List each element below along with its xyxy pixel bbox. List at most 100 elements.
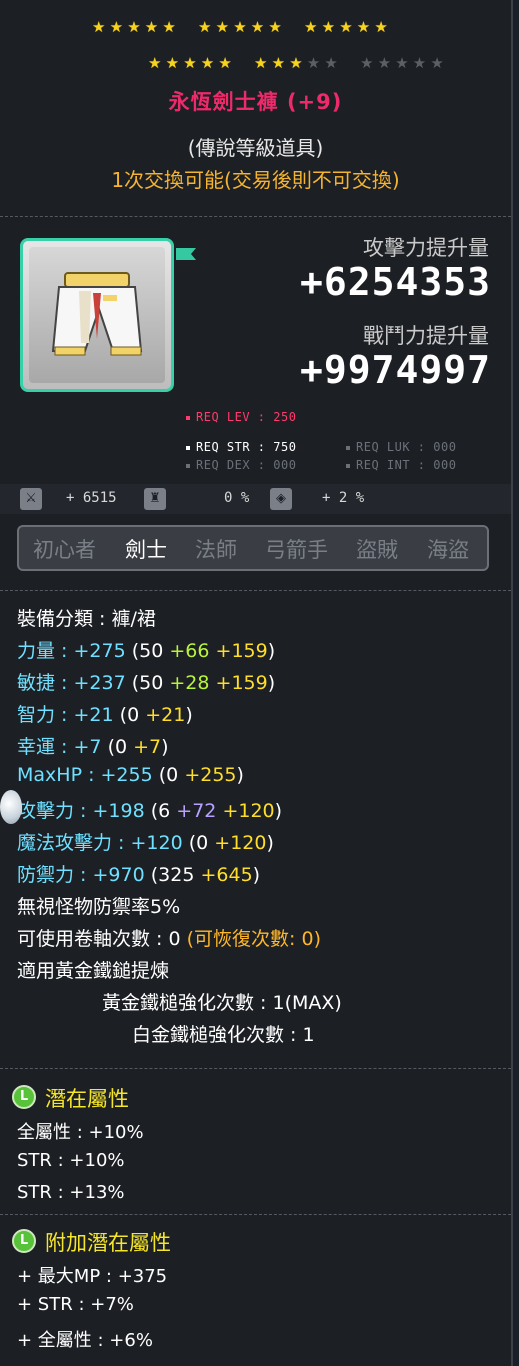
- stat-maxhp: MaxHP : +255 (0 +255): [17, 764, 244, 786]
- stat-defense: 防禦力 : +970 (325 +645): [17, 860, 260, 887]
- req-level-text: REQ LEV : 250: [196, 410, 297, 424]
- item-icon-frame: [20, 238, 174, 392]
- star-filled-icon: ★: [356, 18, 371, 36]
- stat-base: (0: [119, 704, 140, 726]
- job-beginner: 初心者: [33, 538, 96, 562]
- job-pirate: 海盜: [427, 538, 469, 562]
- stat-base: (0: [188, 832, 209, 854]
- stat-label: 智力 :: [17, 704, 68, 726]
- star-filled-icon: ★: [109, 18, 124, 36]
- equip-category: 裝備分類 : 褲/裙: [17, 608, 156, 630]
- stat-base: (50: [131, 640, 164, 662]
- legendary-grade-icon: L: [12, 1229, 36, 1253]
- star-filled-icon: ★: [200, 54, 215, 72]
- req-int-text: REQ INT : 000: [356, 458, 457, 472]
- stat-scroll: +72: [176, 800, 217, 822]
- stat-label: 敏捷 :: [17, 672, 68, 694]
- star-filled-icon: ★: [162, 18, 176, 36]
- stat-base: (6: [150, 800, 171, 822]
- bonus-potential-line-1: + 最大MP : +375: [17, 1266, 168, 1287]
- stat-label: MaxHP :: [17, 764, 95, 786]
- hammer-info: 適用黃金鐵鎚提煉: [17, 960, 170, 982]
- star-filled-icon: ★: [250, 18, 265, 36]
- combat-gain-label: 戰鬥力提升量: [363, 324, 489, 348]
- bonus-potential-title: 附加潛在屬性: [45, 1231, 171, 1255]
- star-filled-icon: ★: [165, 54, 180, 72]
- stat-int: 智力 : +21 (0 +21): [17, 700, 193, 727]
- item-name: 永恆劍士褲 (+9): [168, 90, 343, 114]
- stat-total: +970: [92, 864, 145, 886]
- stat-close: ): [267, 672, 276, 694]
- star-filled-icon: ★: [339, 18, 353, 36]
- job-magician: 法師: [195, 538, 237, 562]
- divider: [0, 1214, 511, 1215]
- item-flag-icon: [176, 248, 196, 260]
- icon-stat-first: + 6515: [66, 490, 117, 506]
- job-warrior: 劍士: [125, 538, 167, 562]
- star-empty-icon: ★: [377, 54, 392, 72]
- bullet-icon: [346, 445, 350, 450]
- req-level: REQ LEV : 250: [186, 410, 296, 424]
- star-filled-icon: ★: [374, 18, 388, 36]
- star-empty-icon: ★: [395, 54, 409, 72]
- bullet-icon: [186, 445, 190, 450]
- stat-dex: 敏捷 : +237 (50 +28 +159): [17, 668, 275, 695]
- stat-total: +237: [73, 672, 126, 694]
- bonus-potential-line-2: + STR : +7%: [17, 1294, 134, 1315]
- star-force-row-1: ★ ★ ★ ★ ★ ★ ★ ★ ★ ★ ★ ★ ★ ★ ★: [0, 17, 511, 37]
- scroll-slots: 可使用卷軸次數 : 0 (可恢復次數: 0): [17, 924, 321, 951]
- stat-enhance: +120: [222, 800, 275, 822]
- star-empty-icon: ★: [306, 54, 321, 72]
- attack-icon: ⚔: [20, 488, 42, 510]
- stat-bonus: +66: [169, 640, 210, 662]
- stat-label: 防禦力 :: [17, 864, 87, 886]
- stat-label: 魔法攻擊力 :: [17, 832, 125, 854]
- potential-title: 潛在屬性: [45, 1087, 129, 1111]
- star-filled-icon: ★: [268, 18, 282, 36]
- stat-label: 幸運 :: [17, 736, 68, 758]
- gold-hammer-count: 黃金鐵槌強化次數 : 1(MAX): [102, 992, 342, 1014]
- potential-line-2: STR : +10%: [17, 1150, 125, 1171]
- star-filled-icon: ★: [289, 54, 303, 72]
- stat-enhance: +120: [214, 832, 267, 854]
- star-filled-icon: ★: [254, 54, 268, 72]
- star-empty-icon: ★: [430, 54, 444, 72]
- side-orb-icon: [0, 790, 22, 824]
- stat-close: ): [185, 704, 193, 726]
- scroll-recover-text: (可恢復次數: 0): [186, 928, 321, 950]
- stat-enhance: +645: [200, 864, 253, 886]
- stat-base: (0: [158, 764, 179, 786]
- scroll-slots-text: 可使用卷軸次數 : 0: [17, 928, 181, 950]
- stat-bonus: +28: [169, 672, 210, 694]
- trade-info: 1次交換可能(交易後則不可交換): [111, 168, 400, 192]
- stat-total: +120: [130, 832, 183, 854]
- job-archer: 弓箭手: [265, 538, 328, 562]
- attack-gain-value: +6254353: [299, 260, 491, 304]
- stat-base: (0: [107, 736, 128, 758]
- combat-gain-value: +9974997: [299, 348, 491, 392]
- potential-line-1: 全屬性 : +10%: [17, 1122, 144, 1143]
- stat-total: +275: [73, 640, 126, 662]
- stat-attack: 攻擊力 : +198 (6 +72 +120): [17, 796, 282, 823]
- star-filled-icon: ★: [304, 18, 318, 36]
- potential-line-3: STR : +13%: [17, 1182, 125, 1203]
- stat-str: 力量 : +275 (50 +66 +159): [17, 636, 275, 663]
- star-filled-icon: ★: [92, 18, 106, 36]
- star-filled-icon: ★: [215, 18, 230, 36]
- ignore-defense: 無視怪物防禦率5%: [17, 896, 181, 918]
- icon-stat-third: + 2 %: [322, 490, 365, 506]
- stat-enhance: +7: [133, 736, 162, 758]
- stat-total: +21: [73, 704, 114, 726]
- star-filled-icon: ★: [321, 18, 336, 36]
- stat-enhance: +21: [145, 704, 186, 726]
- platinum-hammer-count: 白金鐵槌強化次數 : 1: [132, 1024, 315, 1046]
- star-filled-icon: ★: [198, 18, 212, 36]
- stat-base: (50: [131, 672, 164, 694]
- divider: [0, 1068, 511, 1069]
- star-empty-icon: ★: [360, 54, 374, 72]
- req-dex-text: REQ DEX : 000: [196, 458, 297, 472]
- stat-enhance: +159: [215, 640, 268, 662]
- stat-total: +198: [92, 800, 145, 822]
- req-dex: REQ DEX : 000: [186, 458, 296, 472]
- white-pants-icon: [51, 272, 143, 356]
